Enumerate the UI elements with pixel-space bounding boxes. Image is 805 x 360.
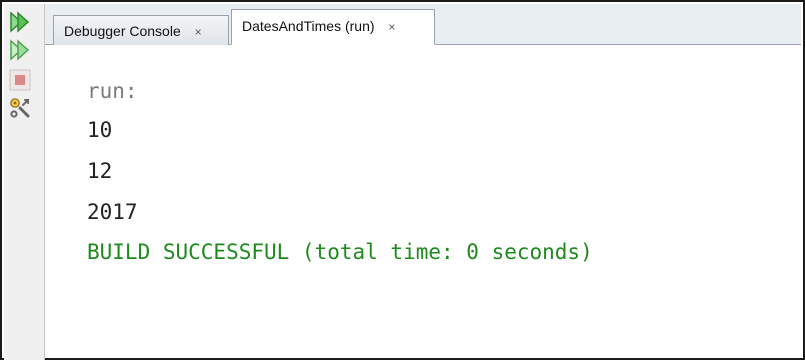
console-line: 10 xyxy=(87,118,113,142)
rerun-with-options-icon[interactable] xyxy=(8,38,32,62)
console-line: 12 xyxy=(87,159,113,183)
rerun-icon[interactable] xyxy=(8,10,32,34)
settings-icon[interactable] xyxy=(8,96,32,120)
close-tab-icon[interactable]: × xyxy=(195,25,202,39)
close-tab-icon[interactable]: × xyxy=(388,20,395,34)
tab-label: Debugger Console xyxy=(64,23,181,39)
console-line: 2017 xyxy=(87,200,138,224)
tab-dates-and-times-run[interactable]: DatesAndTimes (run) × xyxy=(231,9,435,45)
tab-debugger-console[interactable]: Debugger Console × xyxy=(53,15,229,45)
stop-icon[interactable] xyxy=(8,68,32,92)
tab-bar: Debugger Console × DatesAndTimes (run) × xyxy=(45,4,801,45)
console-output[interactable]: run: 10 12 2017 BUILD SUCCESSFUL (total … xyxy=(45,45,801,356)
output-window: Debugger Console × DatesAndTimes (run) ×… xyxy=(0,0,805,360)
build-status-line: BUILD SUCCESSFUL (total time: 0 seconds) xyxy=(87,240,593,264)
tab-label: DatesAndTimes (run) xyxy=(242,18,375,34)
output-toolbar xyxy=(4,4,45,360)
console-line: run: xyxy=(87,79,138,103)
